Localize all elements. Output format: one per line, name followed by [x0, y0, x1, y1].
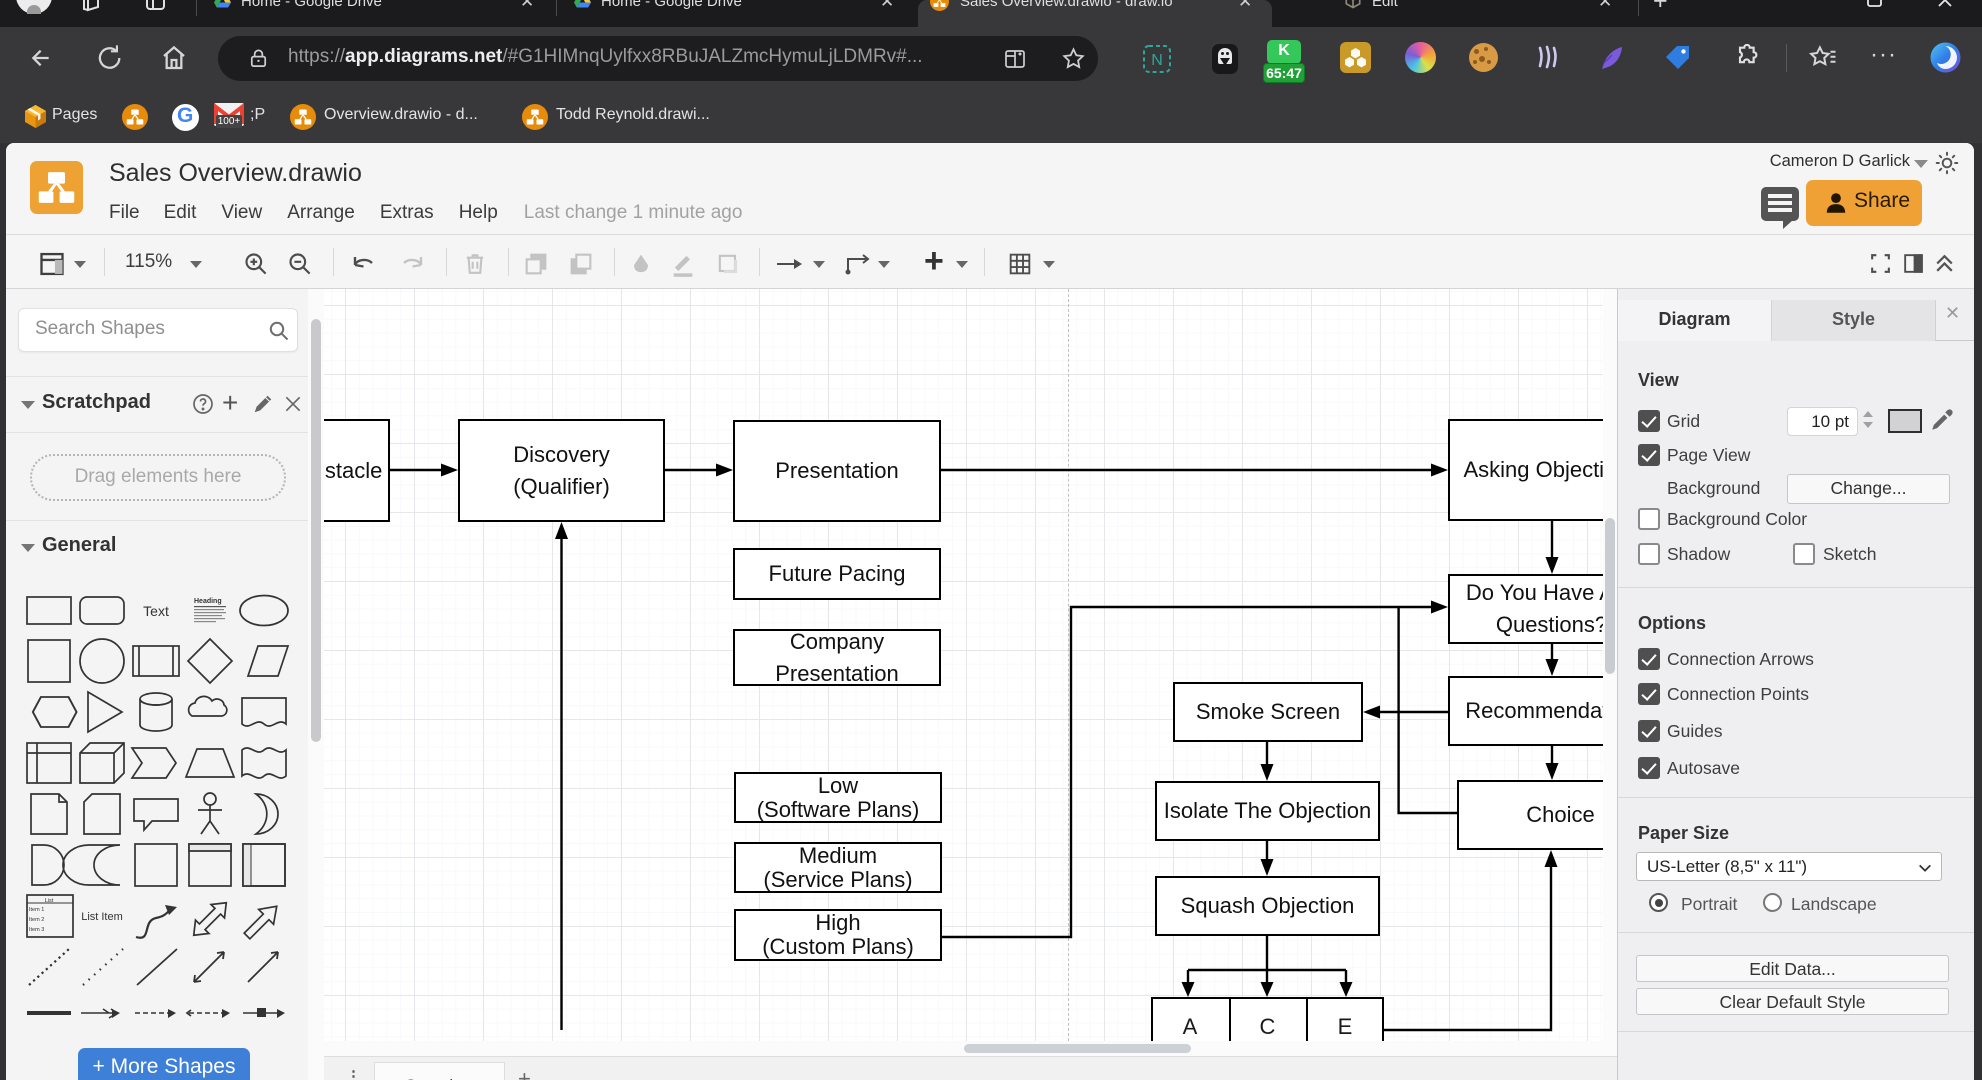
- svg-text:List: List: [45, 898, 54, 904]
- svg-text:List Item: List Item: [81, 911, 123, 923]
- svg-text:Text: Text: [143, 603, 169, 619]
- svg-text:Heading: Heading: [194, 598, 222, 605]
- svg-text:N: N: [1151, 52, 1163, 69]
- svg-text:Item 2: Item 2: [29, 917, 44, 923]
- svg-text:Item 3: Item 3: [29, 927, 44, 933]
- svg-text:Item 1: Item 1: [29, 907, 44, 913]
